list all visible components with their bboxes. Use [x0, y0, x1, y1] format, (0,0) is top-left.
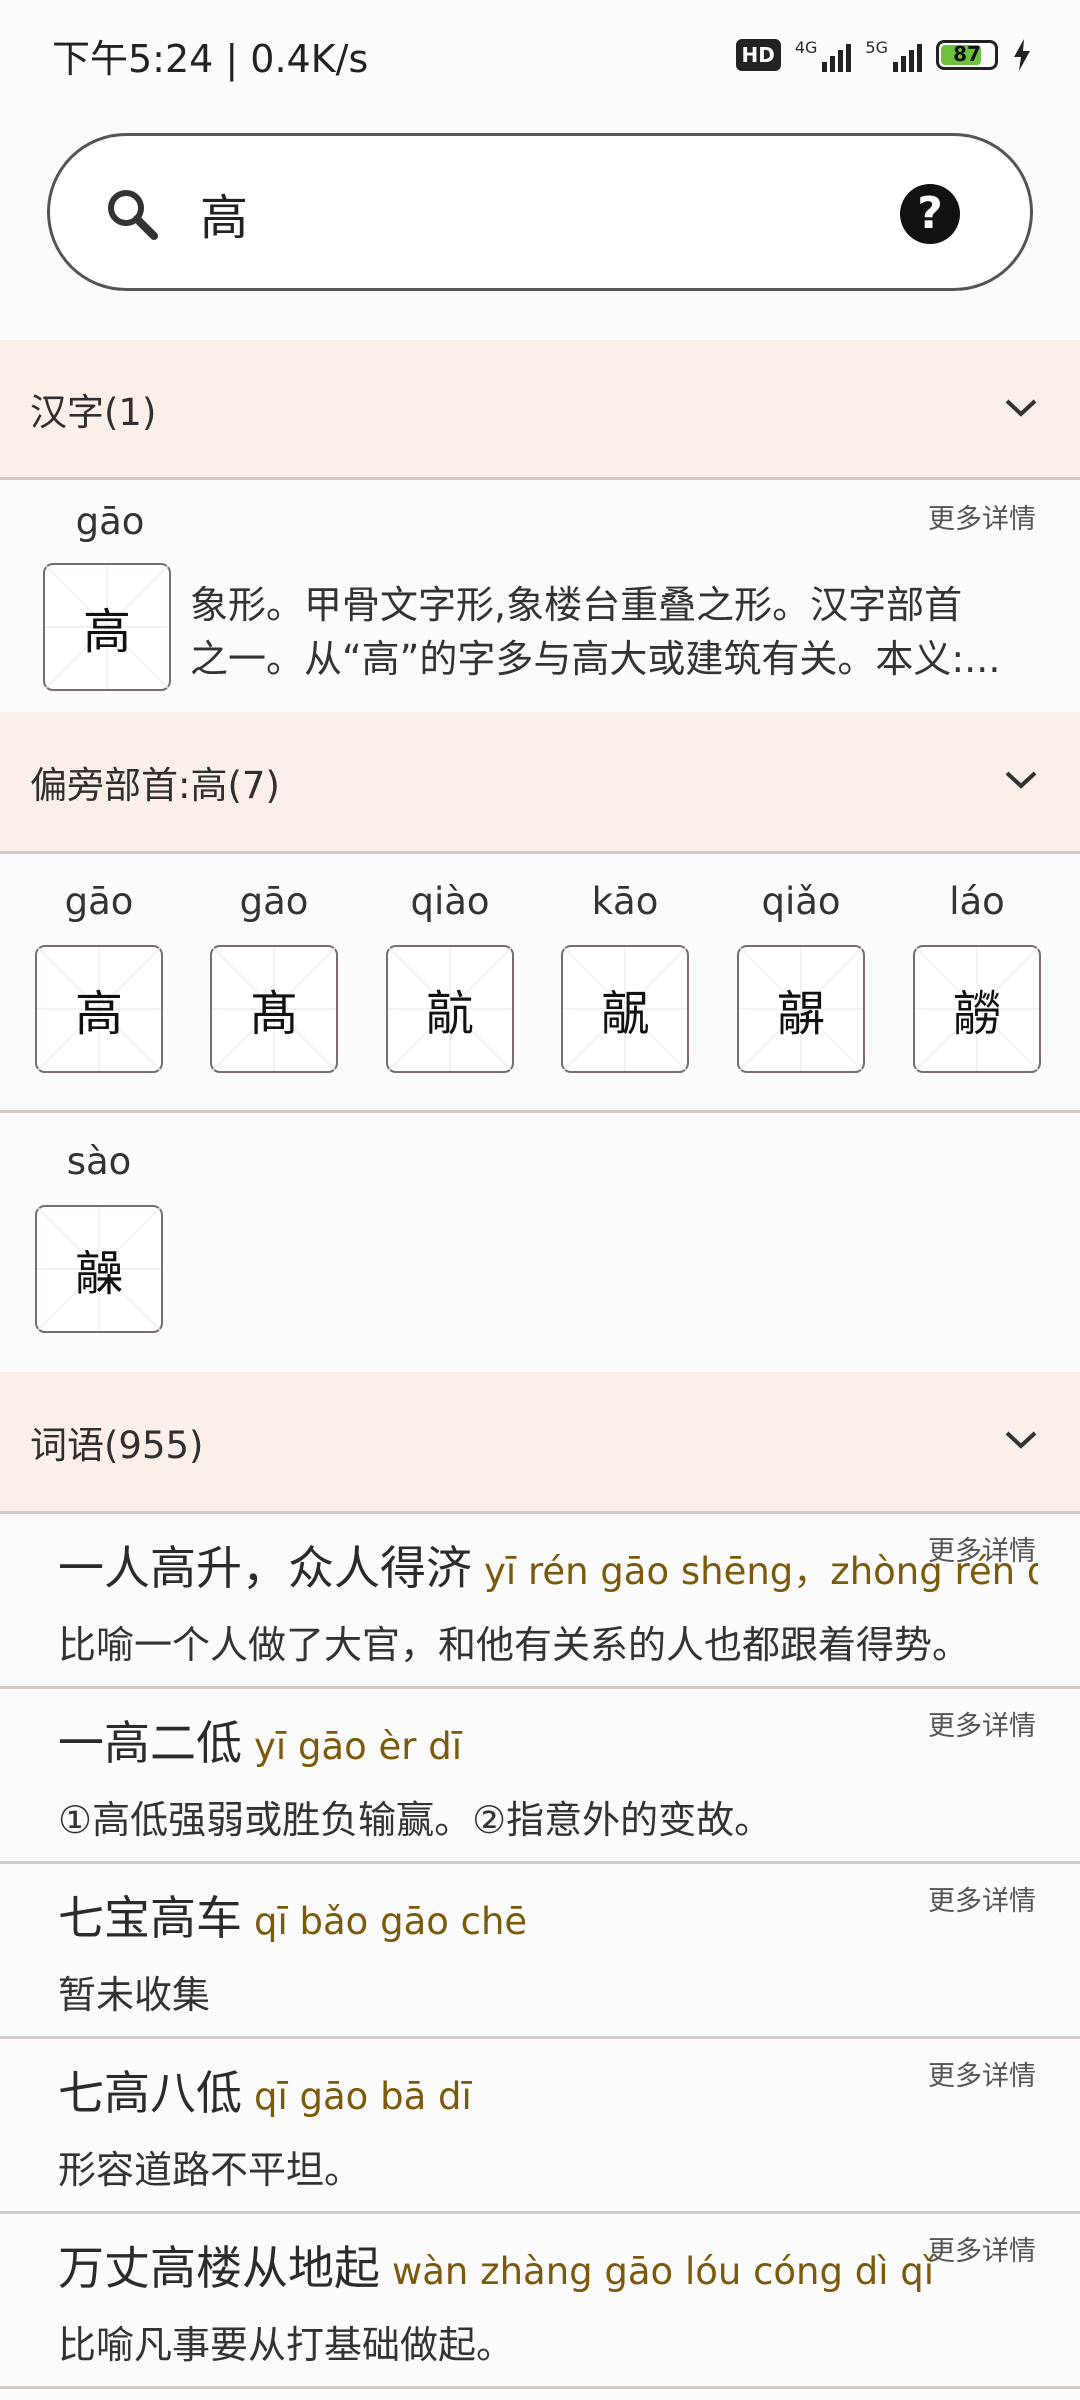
radical-pinyin: kāo [591, 880, 659, 923]
radical-char: 髝 [952, 986, 1001, 1042]
more-details-link[interactable]: 更多详情 [928, 2054, 1036, 2093]
word-list-item[interactable]: 万丈高楼从地起 wàn zhàng gāo lóu cóng dì qǐ 更多详情比… [0, 2214, 1080, 2389]
word-meaning: 形容道路不平坦。 [58, 2148, 363, 2192]
radical-pinyin: gāo [239, 880, 309, 923]
radical-char-box[interactable]: 髛 [561, 945, 689, 1073]
help-icon[interactable]: ? [900, 184, 960, 244]
word-pinyin: wàn zhàng gāo lóu cóng dì qǐ [392, 2250, 935, 2293]
radical-char: 高 [74, 986, 123, 1042]
battery-icon: 87 [936, 40, 998, 70]
word-term: 一人高升，众人得济 [58, 1541, 472, 1595]
section-hanzi-label: 汉字(1) [30, 390, 157, 434]
more-details-link[interactable]: 更多详情 [928, 1529, 1036, 1568]
word-heading: 一高二低 yī gāo èr dī [58, 1707, 1038, 1773]
word-heading: 七宝高车 qī bǎo gāo chē [58, 1882, 1038, 1948]
radical-pinyin: qiào [410, 880, 490, 923]
chevron-down-icon [1005, 1431, 1037, 1449]
radical-char-box[interactable]: 髞 [35, 1205, 163, 1333]
charging-icon [1014, 39, 1030, 71]
radical-char: 髞 [74, 1246, 123, 1302]
radical-char: 髛 [600, 986, 649, 1042]
radical-char-box[interactable]: 髜 [737, 945, 865, 1073]
word-heading: 七高八低 qī gāo bā dī [58, 2057, 1038, 2123]
radical-pinyin: sào [66, 1140, 132, 1183]
more-details-link[interactable]: 更多详情 [928, 1704, 1036, 1743]
word-pinyin: qī gāo bā dī [254, 2075, 472, 2118]
status-bar: 下午5:24 | 0.4K/s HD 4G 5G 87 [0, 0, 1080, 110]
radical-char: 髜 [776, 986, 825, 1042]
word-pinyin: yī gāo èr dī [254, 1725, 462, 1768]
word-list-item[interactable]: 一高二低 yī gāo èr dī 更多详情 ①高低强弱或胜负输赢。②指意外的变故。 [0, 1689, 1080, 1864]
radical-pinyin: qiǎo [761, 880, 841, 923]
radical-char: 髙 [249, 986, 298, 1042]
radical-char-box[interactable]: 髝 [913, 945, 1041, 1073]
word-meaning: 暂未收集 [58, 1973, 211, 2017]
radical-pinyin: gāo [64, 880, 134, 923]
divider [0, 2386, 1080, 2389]
more-details-link[interactable]: 更多详情 [928, 497, 1036, 536]
hd-badge: HD [735, 39, 781, 71]
signal-5g-icon: 5G [865, 38, 922, 72]
word-pinyin: qī bǎo gāo chē [254, 1900, 528, 1943]
hanzi-char-box[interactable]: 高 [43, 563, 171, 691]
section-words-header[interactable]: 词语(955) [0, 1372, 1080, 1514]
signal-4g-icon: 4G [795, 38, 852, 72]
radical-pinyin: láo [949, 880, 1005, 923]
section-words-label: 词语(955) [30, 1423, 204, 1467]
section-radical-header[interactable]: 偏旁部首:高(7) [0, 712, 1080, 854]
status-icons: HD 4G 5G 87 [735, 30, 1033, 80]
word-term: 七宝高车 [58, 1891, 242, 1945]
word-list-item[interactable]: 一人高升，众人得济yī rén gāo shēng，zhòng rén dé j… [0, 1514, 1080, 1689]
word-heading: 万丈高楼从地起 wàn zhàng gāo lóu cóng dì qǐ [58, 2232, 1038, 2298]
word-meaning: 比喻凡事要从打基础做起。 [58, 2323, 515, 2367]
search-input[interactable]: 高 [200, 178, 248, 248]
radical-char: 髚 [425, 986, 474, 1042]
word-term: 万丈高楼从地起 [58, 2241, 380, 2295]
divider [0, 1110, 1080, 1113]
chevron-down-icon [1005, 771, 1037, 789]
section-hanzi-header[interactable]: 汉字(1) [0, 340, 1080, 480]
section-radical-label: 偏旁部首:高(7) [30, 763, 280, 807]
more-details-link[interactable]: 更多详情 [928, 1879, 1036, 1918]
radical-char-box[interactable]: 髚 [386, 945, 514, 1073]
word-meaning: ①高低强弱或胜负输赢。②指意外的变故。 [58, 1798, 773, 1842]
word-heading: 一人高升，众人得济yī rén gāo shēng，zhòng rén dé j… [58, 1532, 1038, 1598]
radical-char-box[interactable]: 高 [35, 945, 163, 1073]
radical-char-box[interactable]: 髙 [210, 945, 338, 1073]
hanzi-pinyin: gāo [75, 500, 145, 543]
word-meaning: 比喻一个人做了大官，和他有关系的人也都跟着得势。 [58, 1623, 971, 1667]
more-details-link[interactable]: 更多详情 [928, 2229, 1036, 2268]
word-term: 一高二低 [58, 1716, 242, 1770]
hanzi-char: 高 [82, 604, 131, 660]
status-time: 下午5:24 | 0.4K/s [52, 37, 369, 81]
search-icon [108, 190, 158, 240]
search-bar[interactable]: 高 ? [47, 133, 1033, 291]
hanzi-description: 象形。甲骨文字形,象楼台重叠之形。汉字部首 之一。从“高”的字多与高大或建筑有关… [190, 583, 1001, 681]
word-term: 七高八低 [58, 2066, 242, 2120]
chevron-down-icon [1005, 399, 1037, 417]
word-list-item[interactable]: 七高八低 qī gāo bā dī 更多详情形容道路不平坦。 [0, 2039, 1080, 2214]
word-list-item[interactable]: 七宝高车 qī bǎo gāo chē 更多详情暂未收集 [0, 1864, 1080, 2039]
